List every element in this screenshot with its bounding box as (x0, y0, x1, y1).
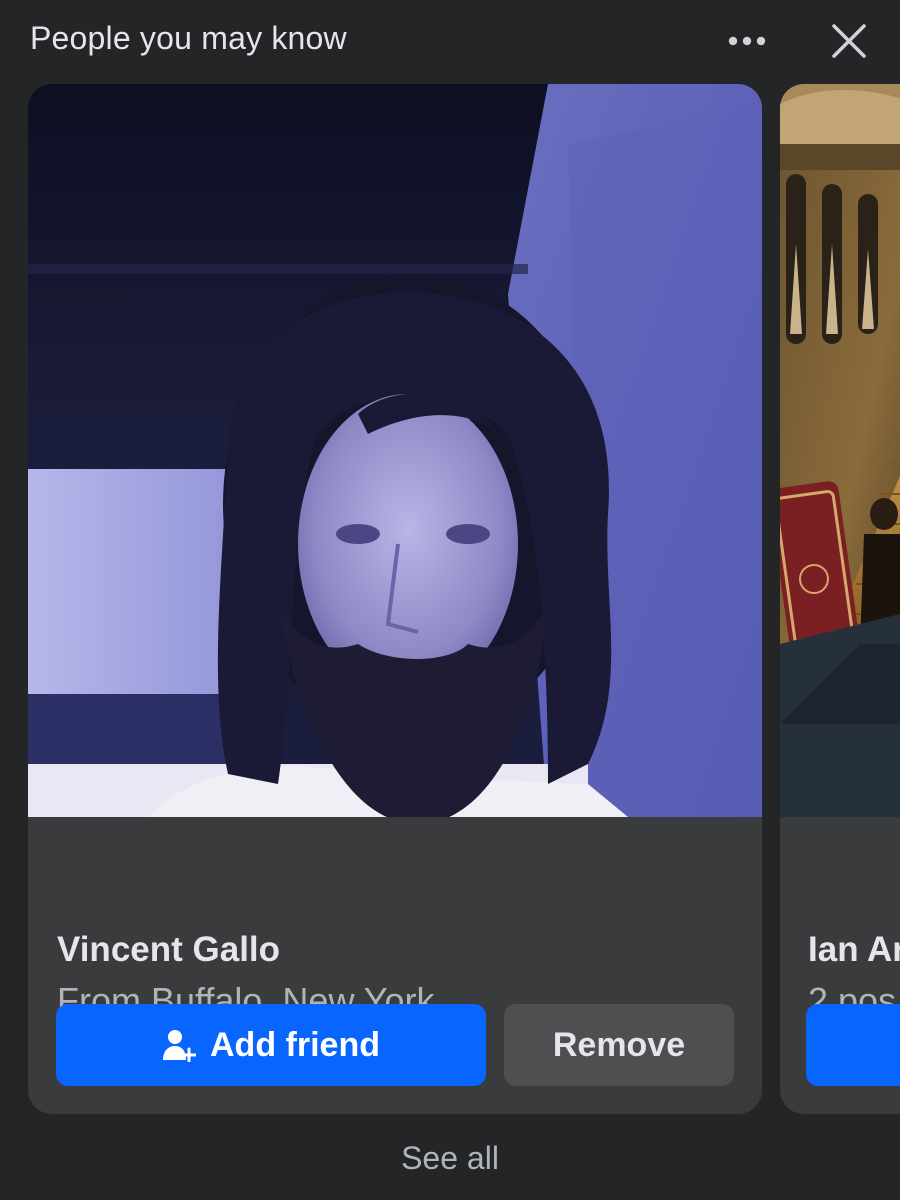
profile-photo[interactable] (780, 84, 900, 817)
more-options-button[interactable] (722, 22, 772, 60)
panel-title: People you may know (30, 20, 347, 56)
add-friend-label: Add friend (210, 1025, 380, 1064)
suggestion-name[interactable]: Vincent Gallo (57, 930, 280, 970)
suggestion-name[interactable]: Ian Ar (808, 930, 900, 970)
remove-button[interactable]: Remove (504, 1004, 734, 1086)
close-icon (832, 24, 866, 58)
add-friend-button[interactable]: Add friend (56, 1004, 486, 1086)
remove-label: Remove (552, 1025, 686, 1064)
profile-photo-painting-interior (780, 84, 900, 817)
add-friend-button[interactable] (806, 1004, 900, 1086)
people-you-may-know-panel: People you may know Vincent Gallo From B… (0, 0, 900, 1200)
add-friend-icon (163, 1030, 196, 1062)
close-button[interactable] (824, 16, 874, 66)
suggestion-card[interactable]: Vincent Gallo From Buffalo, New York Add… (28, 84, 762, 1114)
suggestion-card[interactable]: Ian Ar 2 pos (780, 84, 900, 1114)
more-horizontal-icon (728, 36, 766, 46)
profile-photo[interactable] (28, 84, 762, 817)
profile-photo-bearded-man (28, 84, 762, 817)
see-all-link[interactable]: See all (0, 1140, 900, 1177)
